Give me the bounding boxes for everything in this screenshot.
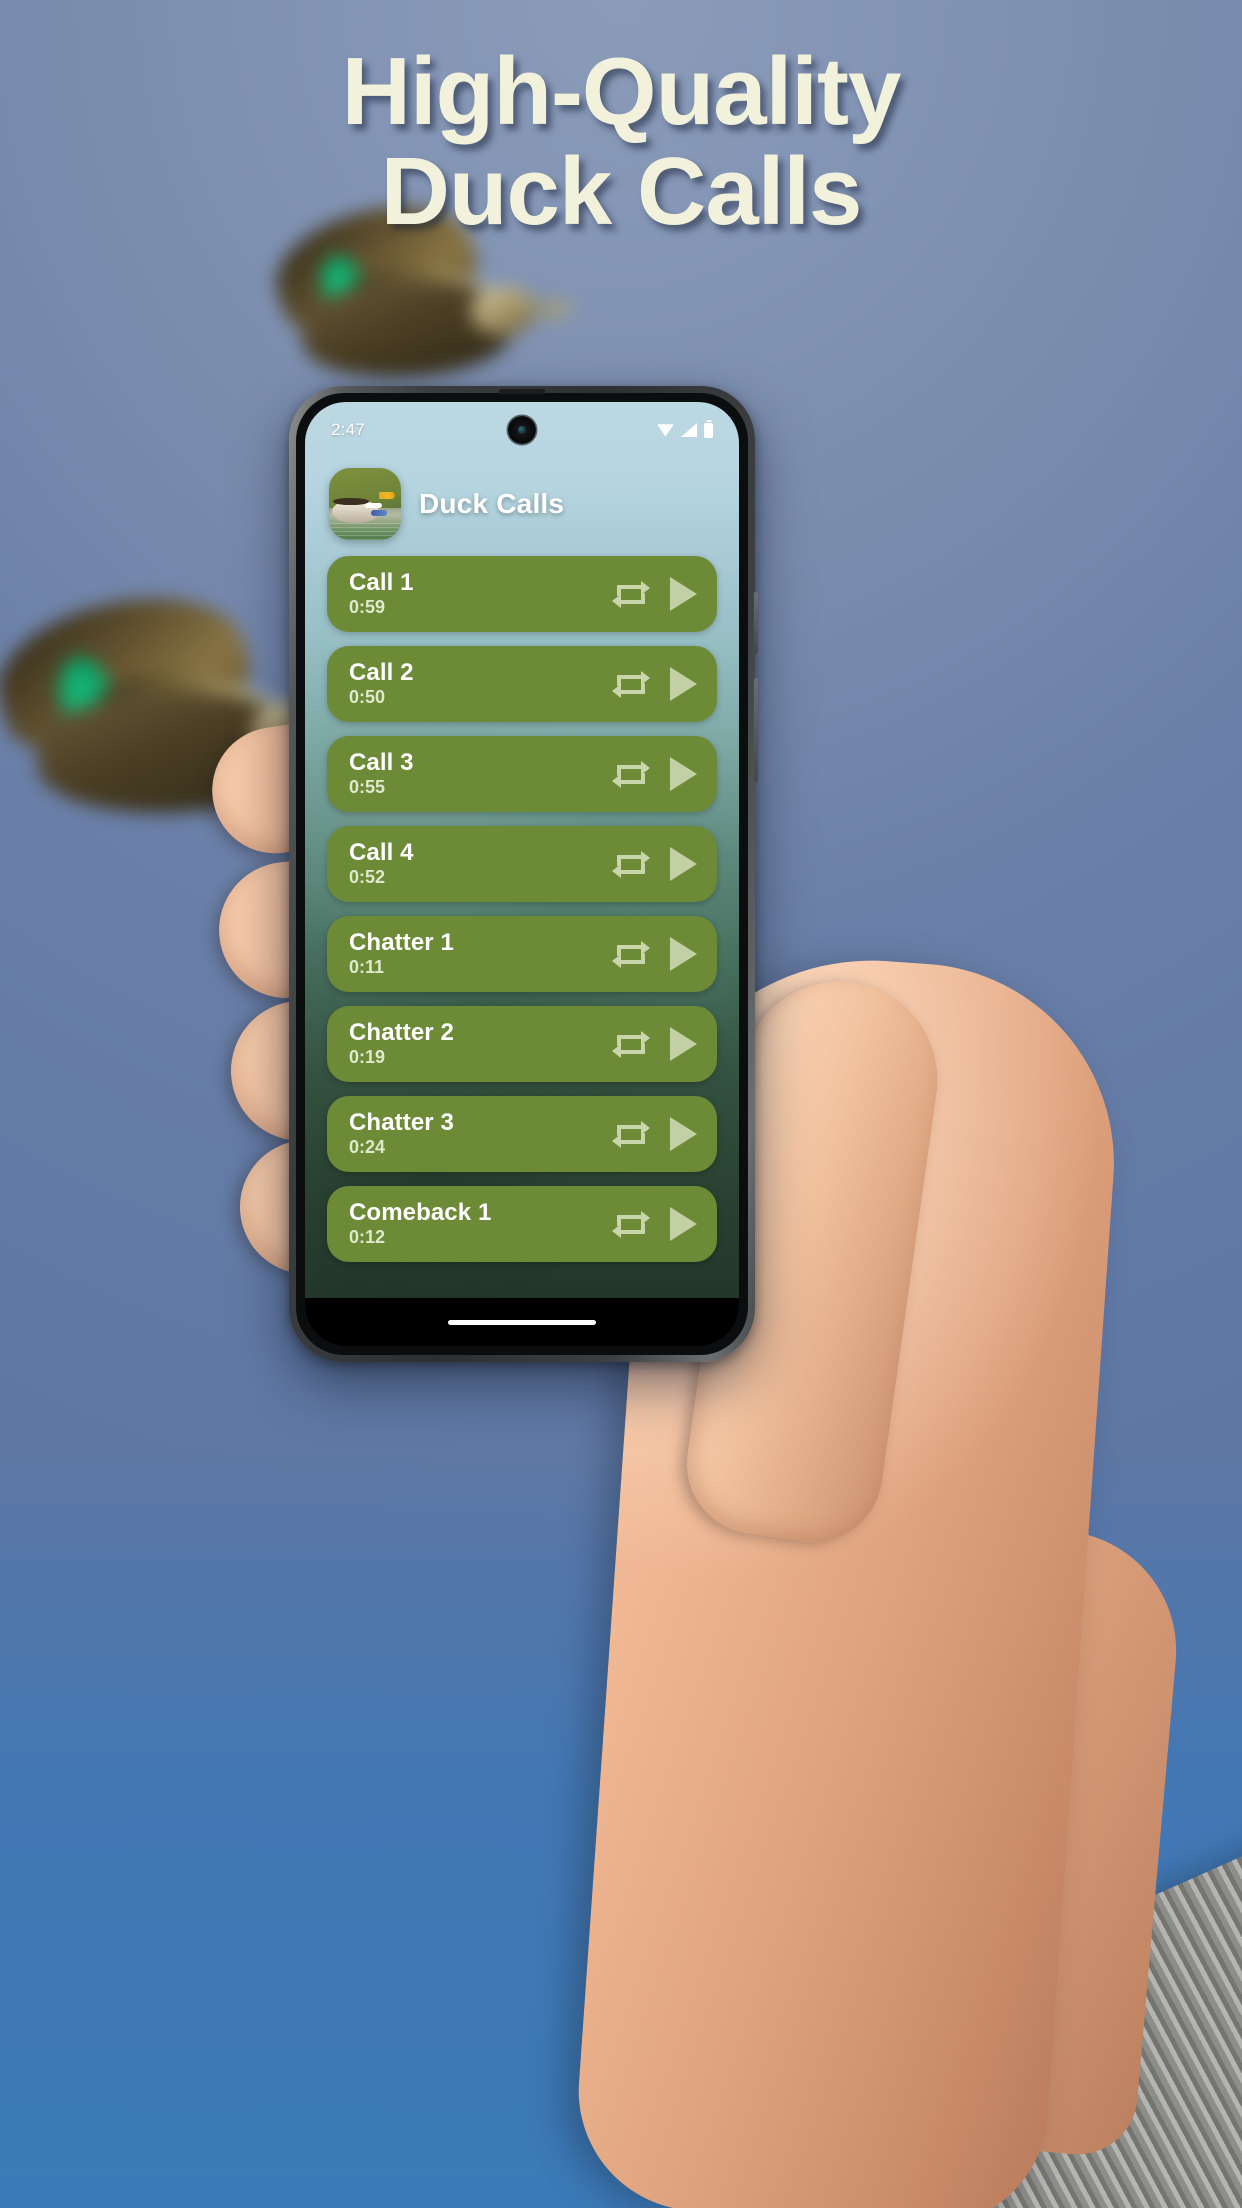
duck-bill [524,298,574,321]
earpiece-speaker-grille [499,389,545,394]
play-icon[interactable] [670,667,697,701]
call-row-actions [612,937,697,971]
call-duration: 0:50 [349,687,386,708]
play-icon[interactable] [670,1027,697,1061]
call-row-actions [612,1117,697,1151]
flying-duck-upper [254,180,593,396]
call-row-actions [612,1027,697,1061]
play-icon[interactable] [670,847,697,881]
play-icon[interactable] [670,1117,697,1151]
call-row-actions [612,1207,697,1241]
call-row-texts: Call 4 0:52 [349,840,614,887]
call-row[interactable]: Chatter 3 0:24 [327,1096,717,1172]
front-camera-icon [508,416,536,444]
call-row[interactable]: Call 2 0:50 [327,646,717,722]
play-icon[interactable] [670,937,697,971]
call-row[interactable]: Call 4 0:52 [327,826,717,902]
call-name: Call 3 [349,749,414,777]
call-row-texts: Call 2 0:50 [349,660,614,707]
call-row-texts: Comeback 1 0:12 [349,1200,614,1247]
phone-screen: 2:47 Duck Calls Call 1 0:59 Call 2 0:50 … [305,402,739,1346]
loop-icon[interactable] [612,1030,650,1058]
call-duration: 0:19 [349,1047,386,1068]
play-icon[interactable] [670,577,697,611]
phone-device: 2:47 Duck Calls Call 1 0:59 Call 2 0:50 … [289,386,758,1362]
wifi-icon [657,424,674,437]
app-icon-water-reflection [329,521,401,540]
call-duration: 0:59 [349,597,386,618]
call-row-actions [612,757,697,791]
call-duration: 0:55 [349,777,386,798]
call-list[interactable]: Call 1 0:59 Call 2 0:50 Call 3 0:55 Call 4 0:52… [305,556,739,1346]
loop-icon[interactable] [612,760,650,788]
call-row-texts: Call 3 0:55 [349,750,614,797]
call-duration: 0:24 [349,1137,386,1158]
volume-button[interactable] [754,678,758,782]
play-icon[interactable] [670,757,697,791]
app-icon-duck-bill [379,491,396,499]
call-row-actions [612,847,697,881]
call-name: Call 4 [349,839,414,867]
call-row[interactable]: Comeback 1 0:12 [327,1186,717,1262]
call-row[interactable]: Call 1 0:59 [327,556,717,632]
call-row-actions [612,667,697,701]
cellular-signal-icon [681,423,697,437]
call-row-texts: Chatter 3 0:24 [349,1110,614,1157]
call-row-texts: Call 1 0:59 [349,570,614,617]
call-duration: 0:52 [349,867,386,888]
mallard-duck-app-icon[interactable] [329,468,401,540]
play-icon[interactable] [670,1207,697,1241]
sky-gradient-bottom [0,1448,1242,2208]
phone-bezel: 2:47 Duck Calls Call 1 0:59 Call 2 0:50 … [296,393,748,1355]
status-time: 2:47 [331,420,365,439]
loop-icon[interactable] [612,580,650,608]
navigation-bar [305,1298,739,1346]
call-row-actions [612,577,697,611]
call-row-texts: Chatter 1 0:11 [349,930,614,977]
battery-icon [704,422,713,438]
call-name: Chatter 2 [349,1019,454,1047]
call-row[interactable]: Chatter 1 0:11 [327,916,717,992]
status-icons [657,422,713,438]
call-row-texts: Chatter 2 0:19 [349,1020,614,1067]
power-button[interactable] [754,592,758,654]
call-duration: 0:11 [349,957,385,978]
loop-icon[interactable] [612,1210,650,1238]
app-header: Duck Calls [305,468,739,540]
call-name: Call 1 [349,569,414,597]
call-row[interactable]: Call 3 0:55 [327,736,717,812]
loop-icon[interactable] [612,670,650,698]
gesture-nav-pill[interactable] [448,1319,596,1325]
call-name: Chatter 1 [349,929,454,957]
call-name: Comeback 1 [349,1199,492,1227]
app-icon-duck-wing-patch [370,509,387,517]
call-row[interactable]: Chatter 2 0:19 [327,1006,717,1082]
app-title: Duck Calls [419,488,565,519]
loop-icon[interactable] [612,940,650,968]
loop-icon[interactable] [612,1120,650,1148]
call-duration: 0:12 [349,1227,386,1248]
loop-icon[interactable] [612,850,650,878]
call-name: Call 2 [349,659,414,687]
call-name: Chatter 3 [349,1109,454,1137]
